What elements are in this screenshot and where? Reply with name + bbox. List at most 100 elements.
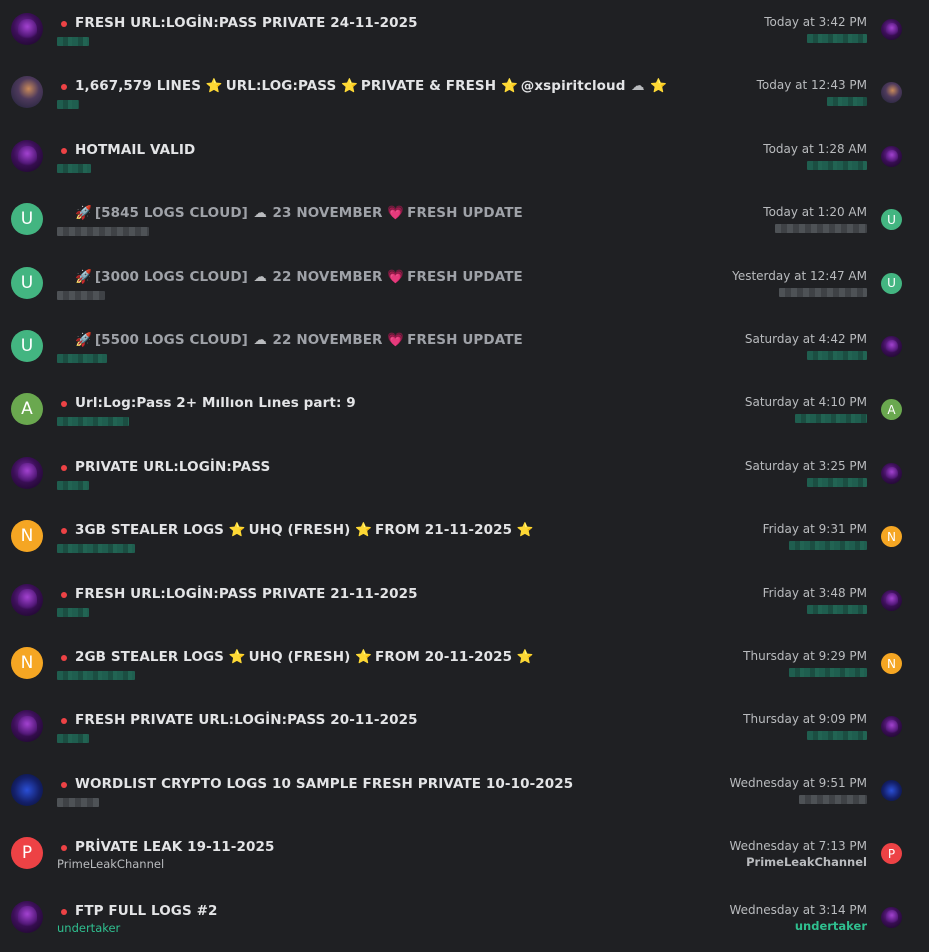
thread-row[interactable]: WORDLIST CRYPTO LOGS 10 SAMPLE FRESH PRI… [0,761,929,824]
thread-row[interactable]: HOTMAIL VALID Today at 1:28 AM [0,127,929,190]
last-post-time[interactable]: Today at 12:43 PM [757,78,867,92]
author-name[interactable]: undertaker [57,921,120,935]
author-avatar[interactable] [11,76,43,109]
author-name-redacted [57,163,91,173]
thread-title[interactable]: 3GB STEALER LOGS ⭐ UHQ (FRESH) ⭐ FROM 21… [75,522,534,539]
last-post-time[interactable]: Thursday at 9:09 PM [743,712,867,726]
author-name-redacted [57,37,89,46]
last-poster-avatar[interactable]: P [881,843,902,865]
thread-title[interactable]: 1,667,579 LINES ⭐ URL:LOG:PASS ⭐ PRIVATE… [75,78,668,95]
author-name[interactable]: PrimeLeakChannel [57,857,164,871]
title-part: FRESH UPDATE [407,268,523,285]
thread-title[interactable]: 2GB STEALER LOGS ⭐ UHQ (FRESH) ⭐ FROM 20… [75,649,534,665]
unread-dot [61,21,67,27]
thread-row[interactable]: P PRİVATE LEAK 19-11-2025 PrimeLeakChann… [0,824,929,887]
last-poster-redacted [789,541,867,551]
last-poster-avatar[interactable] [881,462,902,484]
last-poster-avatar[interactable] [881,19,902,40]
thread-row[interactable]: A Url:Log:Pass 2+ Mıllıon Lınes part: 9 … [0,380,929,443]
last-post-time[interactable]: Yesterday at 12:47 AM [732,269,867,283]
last-poster-avatar[interactable]: U [881,272,902,294]
thread-row[interactable]: U 🚀 [5500 LOGS CLOUD] ☁ 22 NOVEMBER 💗 FR… [0,317,929,380]
author-avatar[interactable]: U [11,330,43,362]
last-post-time[interactable]: Wednesday at 9:51 PM [729,776,867,790]
thread-title[interactable]: FRESH URL:LOGİN:PASS PRIVATE 21-11-2025 [75,586,418,602]
last-poster-avatar[interactable] [881,82,902,104]
thread-row[interactable]: N 2GB STEALER LOGS ⭐ UHQ (FRESH) ⭐ FROM … [0,634,929,697]
thread-row[interactable]: U 🚀 [3000 LOGS CLOUD] ☁ 22 NOVEMBER 💗 FR… [0,254,929,317]
author-avatar[interactable] [11,583,43,616]
thread-title[interactable]: 🚀 [5500 LOGS CLOUD] ☁ 22 NOVEMBER 💗 FRES… [75,332,523,348]
title-part: FROM 21-11-2025 [375,522,513,539]
last-poster-avatar[interactable]: U [881,209,902,231]
cloud-icon: ☁ [253,332,268,348]
last-post-time[interactable]: Wednesday at 3:14 PM [729,903,867,917]
last-post-time[interactable]: Thursday at 9:29 PM [743,649,867,663]
author-name-redacted [57,290,105,300]
last-poster-avatar[interactable]: N [881,653,902,674]
thread-row[interactable]: FRESH URL:LOGİN:PASS PRIVATE 21-11-2025 … [0,571,929,634]
rocket-icon: 🚀 [75,332,92,348]
last-post-time[interactable]: Today at 1:20 AM [763,205,867,219]
thread-row[interactable]: N 3GB STEALER LOGS ⭐ UHQ (FRESH) ⭐ FROM … [0,507,929,570]
thread-title[interactable]: PRİVATE LEAK 19-11-2025 [75,839,274,855]
thread-title[interactable]: 🚀 [5845 LOGS CLOUD] ☁ 23 NOVEMBER 💗 FRES… [75,205,523,221]
last-poster-name[interactable]: undertaker [795,919,867,933]
last-post-time[interactable]: Friday at 9:31 PM [763,522,867,536]
thread-row[interactable]: 1,667,579 LINES ⭐ URL:LOG:PASS ⭐ PRIVATE… [0,63,929,126]
last-poster-avatar[interactable] [881,145,902,167]
last-poster-redacted [799,794,867,804]
author-name-redacted [57,417,129,427]
author-avatar[interactable] [11,456,43,489]
star-icon: ⭐ [205,78,223,95]
unread-dot [61,718,67,725]
thread-title[interactable]: WORDLIST CRYPTO LOGS 10 SAMPLE FRESH PRI… [75,776,573,792]
last-poster-avatar[interactable] [881,336,902,357]
last-post-time[interactable]: Saturday at 3:25 PM [745,459,867,473]
author-avatar[interactable] [11,13,43,45]
last-post-time[interactable]: Saturday at 4:10 PM [745,395,867,409]
title-part: URL:LOG:PASS [225,78,337,95]
thread-row[interactable]: PRIVATE URL:LOGİN:PASS Saturday at 3:25 … [0,444,929,507]
last-poster-avatar[interactable] [881,716,902,738]
author-avatar[interactable]: P [11,837,43,870]
author-avatar[interactable] [11,710,43,743]
star-icon: ⭐ [650,78,668,95]
last-poster-avatar[interactable] [881,589,902,611]
unread-dot [61,147,67,154]
thread-title[interactable]: HOTMAIL VALID [75,142,195,158]
last-poster-name[interactable]: PrimeLeakChannel [746,855,867,869]
last-poster-avatar[interactable] [881,906,902,928]
thread-row[interactable]: U 🚀 [5845 LOGS CLOUD] ☁ 23 NOVEMBER 💗 FR… [0,190,929,253]
author-avatar[interactable]: N [11,520,43,553]
thread-title[interactable]: 🚀 [3000 LOGS CLOUD] ☁ 22 NOVEMBER 💗 FRES… [75,269,523,285]
last-post-time[interactable]: Saturday at 4:42 PM [745,332,867,346]
author-avatar[interactable]: A [11,393,43,426]
thread-row[interactable]: FRESH PRIVATE URL:LOGİN:PASS 20-11-2025 … [0,697,929,760]
thread-row[interactable]: FTP FULL LOGS #2 undertaker Wednesday at… [0,888,929,951]
author-name-redacted [57,607,89,617]
author-avatar[interactable] [11,773,43,806]
author-avatar[interactable]: U [11,266,43,299]
last-post-time[interactable]: Today at 3:42 PM [764,15,867,29]
last-post-time[interactable]: Wednesday at 7:13 PM [729,839,867,853]
last-post-time[interactable]: Today at 1:28 AM [763,142,867,156]
thread-title[interactable]: Url:Log:Pass 2+ Mıllıon Lınes part: 9 [75,395,356,411]
title-part: FRESH UPDATE [407,205,523,222]
thread-title[interactable]: FRESH URL:LOGİN:PASS PRIVATE 24-11-2025 [75,15,418,31]
author-avatar[interactable]: N [11,647,43,679]
author-avatar[interactable] [11,139,43,172]
last-post-time[interactable]: Friday at 3:48 PM [763,586,867,600]
author-avatar[interactable] [11,900,43,933]
title-part: 22 NOVEMBER [272,268,383,285]
thread-title[interactable]: FTP FULL LOGS #2 [75,903,218,919]
last-poster-avatar[interactable]: N [881,526,902,548]
author-avatar[interactable]: U [11,203,43,236]
title-part: UHQ (FRESH) [248,649,351,665]
last-poster-avatar[interactable]: A [881,399,902,421]
title-part: PRIVATE & FRESH [360,78,497,95]
thread-row[interactable]: FRESH URL:LOGİN:PASS PRIVATE 24-11-2025 … [0,0,929,63]
thread-title[interactable]: FRESH PRIVATE URL:LOGİN:PASS 20-11-2025 [75,712,418,728]
last-poster-avatar[interactable] [881,779,902,801]
thread-title[interactable]: PRIVATE URL:LOGİN:PASS [75,459,270,475]
